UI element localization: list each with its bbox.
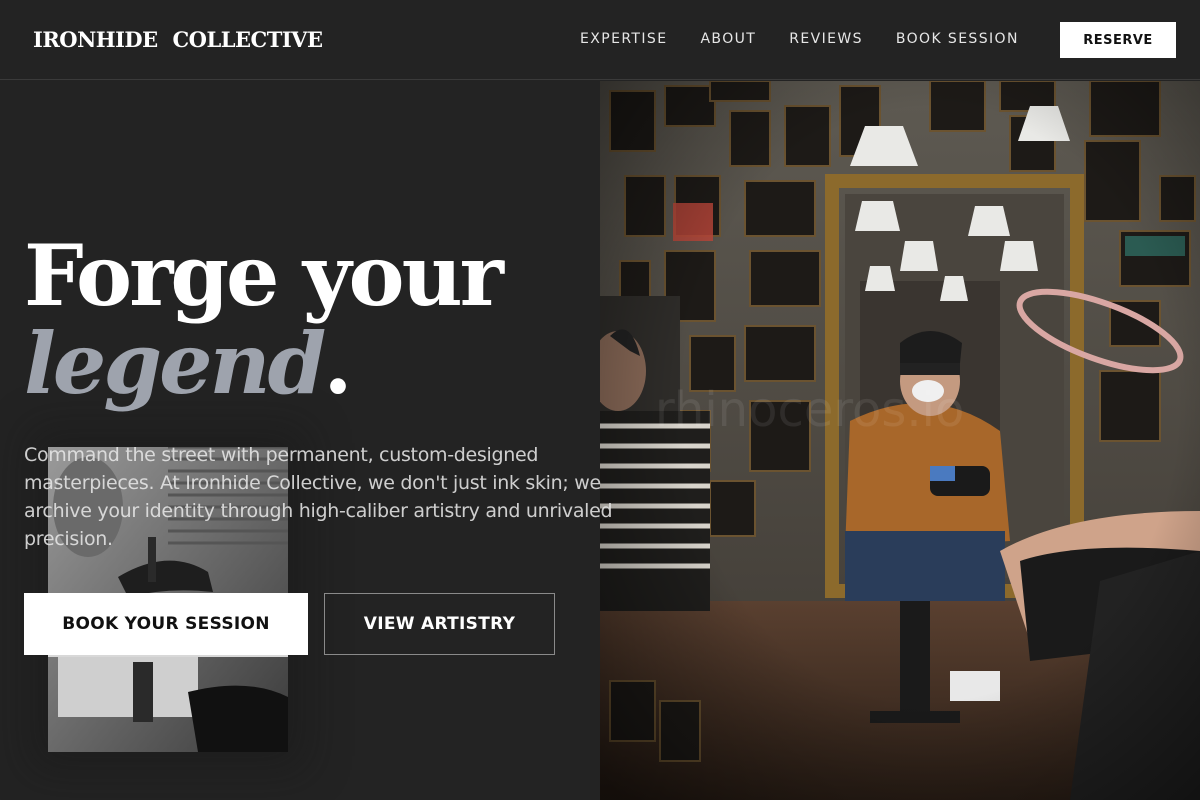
svg-text:rhinoceros.io: rhinoceros.io [655,382,964,438]
main-nav: EXPERTISE ABOUT REVIEWS BOOK SESSION [580,31,1052,47]
brand-logo[interactable]: IRONHIDE COLLECTIVE [33,27,323,52]
site-header: IRONHIDE COLLECTIVE EXPERTISE ABOUT REVI… [0,0,1200,80]
headline-line-1: Forge your [24,226,504,325]
reserve-button[interactable]: RESERVE [1060,22,1176,58]
hero-studio-photo: rhinoceros.io [600,81,1200,800]
studio-scene-illustration: rhinoceros.io [600,81,1200,800]
nav-link-reviews[interactable]: REVIEWS [789,31,863,47]
hero-description: Command the street with permanent, custo… [24,444,613,550]
nav-link-expertise[interactable]: EXPERTISE [580,31,667,47]
headline-line-2: legend. [24,320,501,408]
nav-link-book-session[interactable]: BOOK SESSION [896,31,1019,47]
nav-link-about[interactable]: ABOUT [700,31,756,47]
headline-period: . [323,314,352,413]
view-artistry-button[interactable]: VIEW ARTISTRY [324,593,555,655]
headline-emphasis: legend [24,314,326,413]
hero-headline: Forge your legend. [24,226,504,408]
book-your-session-button[interactable]: BOOK YOUR SESSION [24,593,308,655]
